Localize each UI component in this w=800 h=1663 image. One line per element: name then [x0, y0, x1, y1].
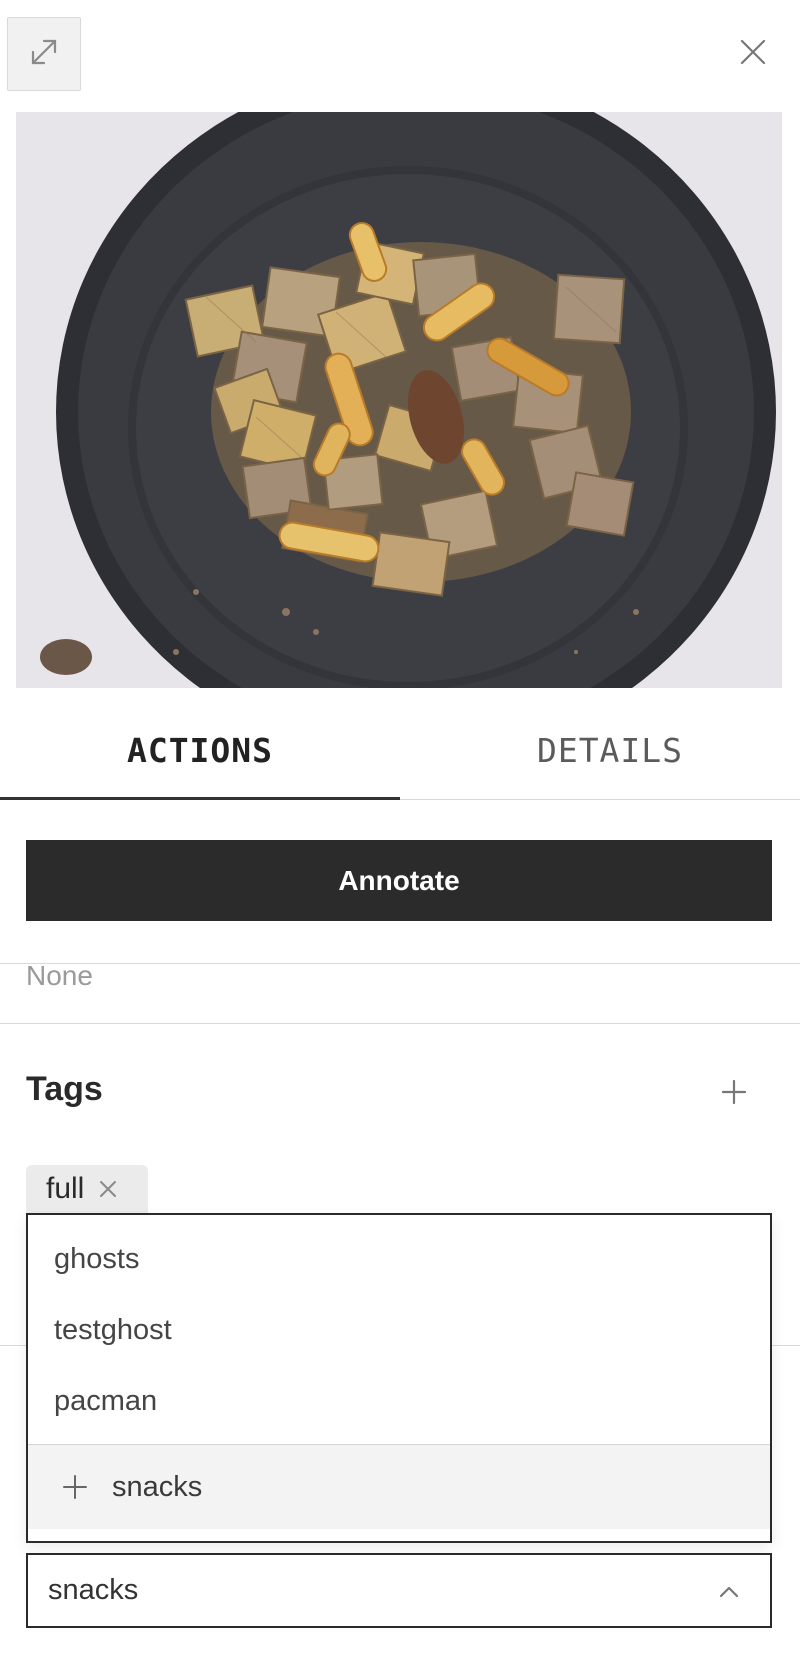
create-tag-label: snacks	[112, 1470, 203, 1503]
tag-chip-label: full	[46, 1172, 85, 1205]
create-tag-option[interactable]: snacks	[28, 1445, 770, 1529]
add-tag-button[interactable]	[716, 1076, 752, 1112]
remove-tag-icon[interactable]	[96, 1177, 120, 1201]
divider	[0, 1023, 800, 1024]
plus-icon	[60, 1472, 90, 1502]
preview-image	[16, 112, 782, 688]
tab-bar: ACTIONS DETAILS	[0, 700, 800, 800]
close-button[interactable]	[735, 36, 771, 72]
tags-heading: Tags	[26, 1070, 103, 1108]
plus-icon	[720, 1078, 748, 1111]
expand-button[interactable]	[7, 17, 81, 91]
annotate-button[interactable]: Annotate	[26, 840, 772, 921]
expand-diagonal-icon	[27, 35, 61, 74]
tag-search-input[interactable]	[48, 1574, 648, 1607]
tag-combobox[interactable]	[26, 1553, 772, 1628]
tab-details[interactable]: DETAILS	[410, 700, 800, 800]
tab-actions[interactable]: ACTIONS	[0, 700, 400, 800]
divider	[0, 963, 800, 964]
chevron-up-icon[interactable]	[714, 1577, 744, 1607]
active-tab-indicator	[0, 797, 400, 800]
tag-option-pacman[interactable]: pacman	[54, 1385, 157, 1418]
none-placeholder-text: None	[26, 960, 93, 991]
tag-chip: full	[26, 1165, 149, 1213]
tag-option-ghosts[interactable]: ghosts	[54, 1243, 139, 1276]
image-detail-panel: ACTIONS DETAILS Annotate None Tags full …	[0, 0, 800, 1663]
close-icon	[739, 38, 767, 71]
tag-suggestions-dropdown: ghosts testghost pacman snacks	[26, 1213, 772, 1543]
tag-option-testghost[interactable]: testghost	[54, 1314, 172, 1347]
